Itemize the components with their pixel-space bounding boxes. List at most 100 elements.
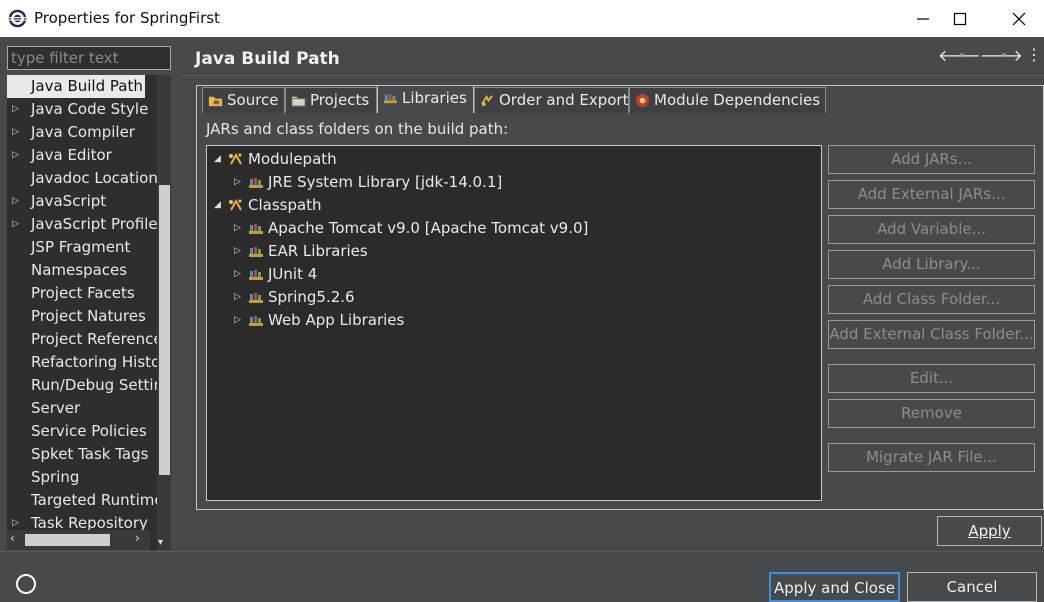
library-node[interactable]: ▷ JUnit 4 [234,263,794,285]
maximize-button[interactable] [937,0,983,37]
category-item[interactable]: Service Policies [7,420,157,443]
category-item[interactable]: Targeted Runtimes [7,489,157,512]
category-item[interactable]: Refactoring History [7,351,157,374]
scroll-right-icon[interactable]: › [135,531,140,545]
category-item[interactable]: Project Facets [7,282,157,305]
expand-arrow-icon[interactable]: ▷ [234,263,241,285]
build-path-tree[interactable]: ◢ Modulepath ▷ JRE System Library [jdk-14.0… [206,145,822,501]
category-item[interactable]: ▷ Java Code Style [7,98,157,121]
module-dependencies-icon [635,93,650,108]
remove-button[interactable]: Remove [828,399,1035,428]
category-item[interactable]: ▷ Java Compiler [7,121,157,144]
expand-arrow-icon[interactable]: ▷ [12,144,19,166]
library-node[interactable]: ▷ Web App Libraries [234,309,794,331]
category-item[interactable]: ▷ Java Editor [7,144,157,167]
category-item[interactable]: Spket Task Tags [7,443,157,466]
category-item-label: JavaScript [31,192,107,210]
page-navigation: 🡐 ▾ 🡒 ▾ ⋮ [938,45,1042,69]
category-item[interactable]: Namespaces [7,259,157,282]
tab-source[interactable]: Source [202,87,285,113]
eclipse-app-icon [8,9,27,28]
add-library-button[interactable]: Add Library... [828,250,1035,279]
category-item-label: JavaScript Profile [31,215,157,233]
category-tree: Java Build Path ▷ Java Code Style ▷ Java Com… [7,75,171,550]
category-item[interactable]: Project Natures [7,305,157,328]
migrate-jar-file-button[interactable]: Migrate JAR File... [828,443,1035,472]
add-external-class-folder-button[interactable]: Add External Class Folder... [828,320,1035,349]
expand-arrow-icon[interactable]: ▷ [234,217,241,239]
back-dropdown-icon[interactable]: ▾ [960,51,965,61]
category-item[interactable]: ▷ JavaScript Profile [7,213,157,236]
library-node[interactable]: ▷ JRE System Library [jdk-14.0.1] [234,171,794,193]
category-item-label: Service Policies [31,422,147,440]
tree-node-label: Apache Tomcat v9.0 [Apache Tomcat v9.0] [268,219,589,237]
category-item[interactable]: Spring [7,466,157,489]
scrollbar-thumb[interactable] [25,534,110,546]
category-vertical-scrollbar[interactable]: ▾ [157,75,171,550]
tree-node-label: JUnit 4 [268,265,318,283]
library-icon [249,270,263,280]
scroll-left-icon[interactable]: ‹ [10,531,15,545]
scroll-down-icon[interactable]: ▾ [158,537,163,548]
close-button[interactable] [996,0,1042,37]
expand-arrow-icon[interactable]: ▷ [234,309,241,331]
library-node[interactable]: ▷ EAR Libraries [234,240,794,262]
category-panel: Java Build Path ▷ Java Code Style ▷ Java Com… [0,37,180,551]
category-item[interactable]: JSP Fragment [7,236,157,259]
path-container-node[interactable]: ◢ Modulepath [214,148,774,170]
build-path-frame: Source Projects Libraries Order and Expo… [196,85,1044,510]
expand-arrow-icon[interactable]: ▷ [234,171,241,193]
expand-arrow-icon[interactable]: ▷ [12,98,19,120]
apply-button[interactable]: Apply [937,516,1042,546]
add-class-folder-button[interactable]: Add Class Folder... [828,285,1035,314]
apply-and-close-button[interactable]: Apply and Close [769,572,900,602]
forward-dropdown-icon[interactable]: ▾ [1002,51,1007,61]
expand-arrow-icon[interactable]: ▷ [12,190,19,212]
expand-arrow-icon[interactable]: ▷ [12,121,19,143]
category-item[interactable]: Javadoc Location [7,167,157,190]
category-item[interactable]: Run/Debug Settings [7,374,157,397]
tab-projects[interactable]: Projects [285,87,377,113]
category-item-label: Javadoc Location [31,169,157,187]
category-item[interactable]: ▷ JavaScript [7,190,157,213]
category-item[interactable]: Java Build Path [7,75,145,98]
category-item[interactable]: Server [7,397,157,420]
expand-arrow-icon[interactable]: ▷ [234,240,241,262]
scrollbar-thumb[interactable] [159,185,170,475]
library-icon [249,247,263,257]
source-folder-icon [208,96,223,107]
add-jars-button[interactable]: Add JARs... [828,145,1035,174]
path-container-icon [229,198,242,211]
add-external-jars-button[interactable]: Add External JARs... [828,180,1035,209]
close-icon [1012,12,1026,25]
view-menu-icon[interactable]: ⋮ [1026,45,1042,64]
help-icon[interactable] [16,574,36,594]
tab-libraries[interactable]: Libraries [377,85,474,113]
expand-arrow-icon[interactable]: ▷ [12,213,19,235]
tree-node-label: Modulepath [248,150,337,168]
path-container-node[interactable]: ◢ Classpath [214,194,774,216]
library-node[interactable]: ▷ Apache Tomcat v9.0 [Apache Tomcat v9.0] [234,217,794,239]
filter-input[interactable] [7,46,171,70]
tab-order-and-export[interactable]: Order and Export [474,87,629,113]
window-titlebar: Properties for SpringFirst [0,0,1044,37]
category-item-label: Java Compiler [31,123,135,141]
tab-module-dependencies[interactable]: Module Dependencies [629,87,826,113]
category-horizontal-scrollbar[interactable]: ‹ › [7,530,150,550]
edit-button[interactable]: Edit... [828,364,1035,393]
tree-node-label: Spring5.2.6 [268,288,355,306]
expand-arrow-icon[interactable]: ▷ [234,286,241,308]
library-node[interactable]: ▷ Spring5.2.6 [234,286,794,308]
category-item-label: Namespaces [31,261,128,279]
library-icon [249,178,263,188]
category-item[interactable]: Project References [7,328,157,351]
category-item-label: Spket Task Tags [31,445,149,463]
cancel-button[interactable]: Cancel [907,572,1037,602]
category-item-label: Server [31,399,81,417]
dialog-footer: Apply and Close Cancel [0,551,1044,602]
collapse-arrow-icon[interactable]: ◢ [214,194,221,216]
projects-icon [291,96,306,107]
collapse-arrow-icon[interactable]: ◢ [214,148,221,170]
category-item-label: JSP Fragment [31,238,131,256]
add-variable-button[interactable]: Add Variable... [828,215,1035,244]
